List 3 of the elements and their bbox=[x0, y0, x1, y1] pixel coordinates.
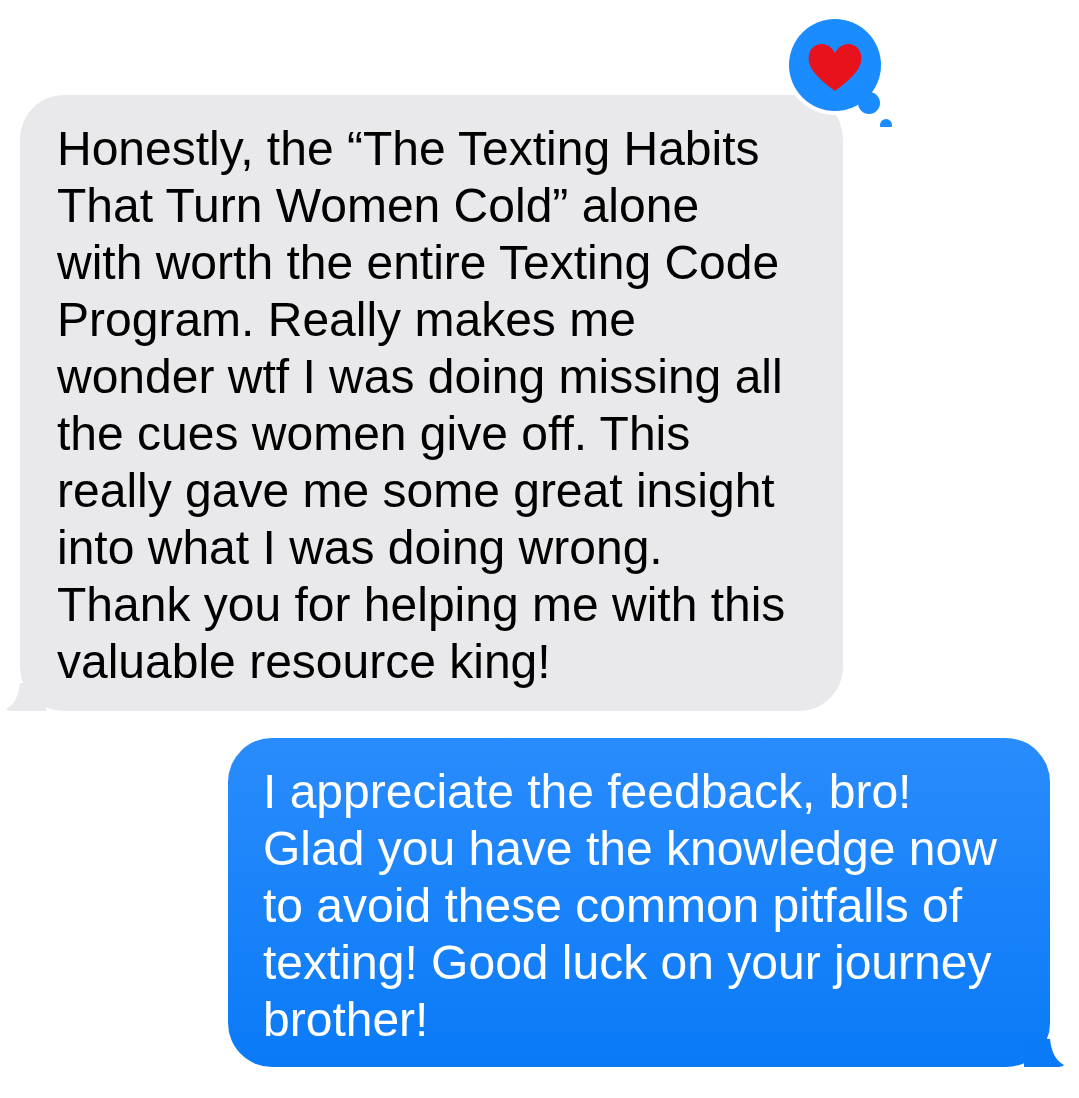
message-text: Honestly, the “The Texting Habits That Turn Women Cold” alone with worth the entire Texting Code Program. Really makes me wonder wtf I was doing missing all the cues women give off. This really gave me some great insight into what I was doing wrong. Thank you for helping me with this valuable resource king! bbox=[57, 121, 786, 690]
message-text: I appreciate the feedback, bro! Glad you have the knowledge now to avoid these common pitfalls of texting! Good luck on your journey brother! bbox=[263, 764, 997, 1048]
bubble-tail bbox=[1024, 1039, 1064, 1067]
